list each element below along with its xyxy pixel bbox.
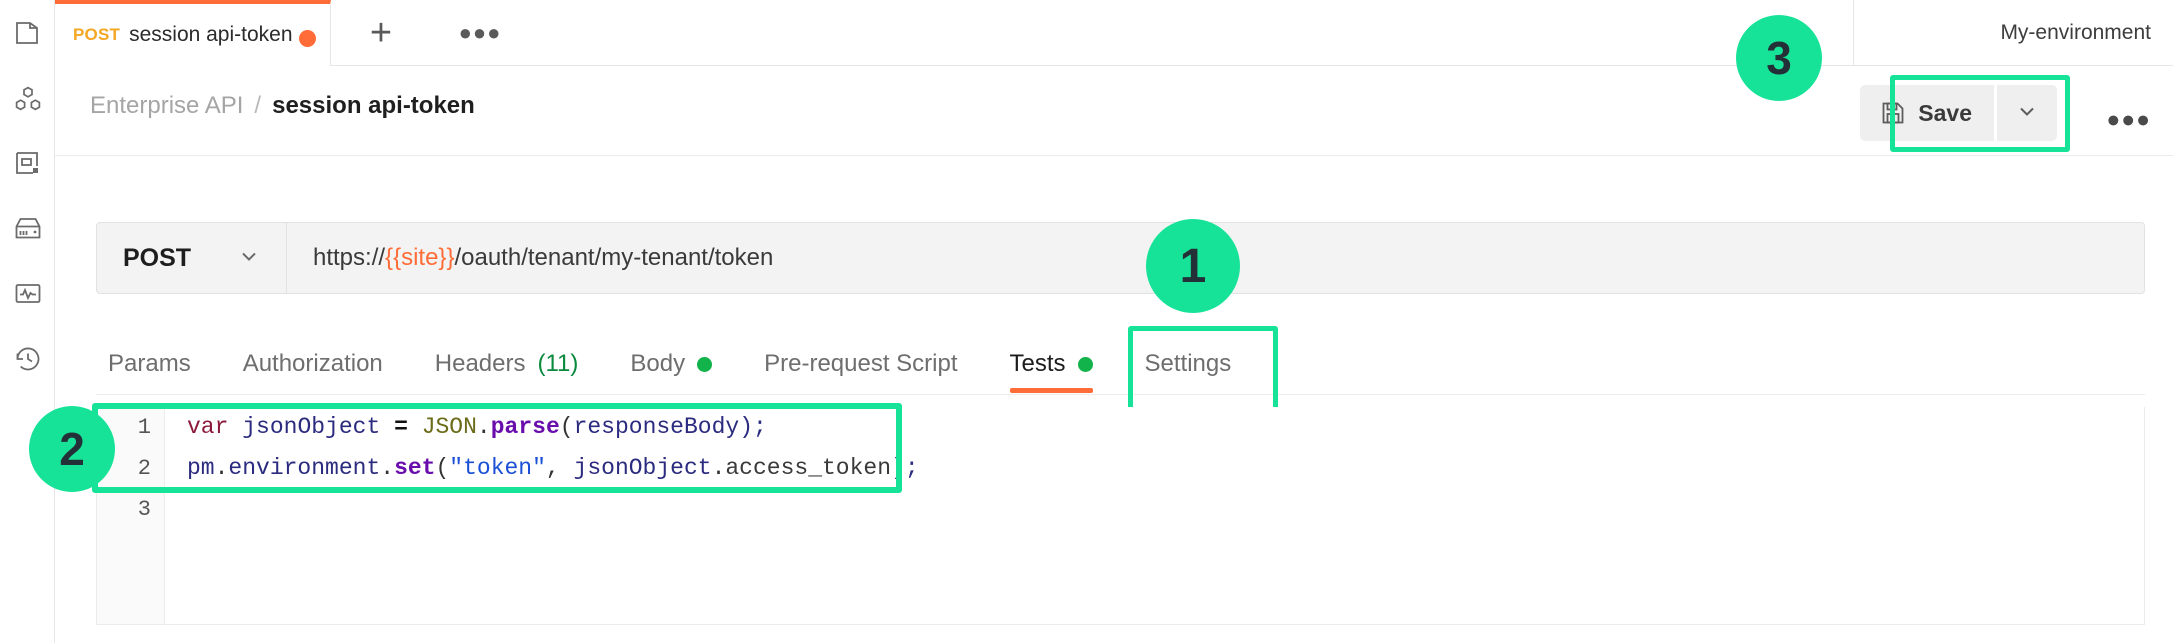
history-icon[interactable] [13,344,43,374]
tab-settings-label: Settings [1144,350,1232,377]
breadcrumb-request-name: session api-token [272,92,475,119]
tab-params[interactable]: Params [96,333,217,395]
request-section-tabs: Params Authorization Headers (11) Body P… [96,333,2145,395]
annotation-badge-3: 3 [1736,15,1822,101]
tab-headers-label: Headers [434,350,526,377]
collections-icon[interactable] [13,18,43,48]
tab-authorization[interactable]: Authorization [217,333,409,395]
new-tab-button[interactable]: + [332,0,430,65]
url-suffix-text: /oauth/tenant/my-tenant/token [454,244,774,271]
tab-pre-request-script[interactable]: Pre-request Script [738,333,983,395]
breadcrumb-collection[interactable]: Enterprise API [90,92,243,120]
tab-settings[interactable]: Settings [1119,333,1258,395]
headers-count-badge: (11) [537,350,579,377]
editor-code-area[interactable]: var jsonObject = JSON.parse(responseBody… [165,407,2144,624]
left-icon-rail [0,0,55,643]
tab-body[interactable]: Body [604,333,738,395]
tests-has-content-dot [1077,356,1093,372]
environments-icon[interactable] [13,149,43,179]
annotation-badge-2: 2 [29,406,115,492]
chevron-down-icon [2014,98,2040,129]
annotation-badge-1: 1 [1146,219,1240,313]
tests-script-editor[interactable]: 1 2 3 var jsonObject = JSON.parse(respon… [96,407,2145,625]
tab-tests[interactable]: Tests [984,333,1119,395]
request-more-actions-button[interactable]: ●●● [2106,106,2151,133]
unsaved-changes-dot [299,30,316,47]
breadcrumb: Enterprise API / session api-token [90,92,475,120]
url-prefix-text: https:// [313,244,386,271]
tab-strip: POST session api-token + ●●● My-environm… [55,0,2173,66]
chevron-down-icon [236,243,262,274]
code-line: pm.environment.set("token", jsonObject.a… [187,455,919,481]
tab-pre-request-script-label: Pre-request Script [764,350,958,377]
save-options-caret-button[interactable] [1997,85,2057,141]
tab-title-label: session api-token [129,23,293,46]
request-tab-session-api-token[interactable]: POST session api-token [55,0,331,66]
tab-options-button[interactable]: ●●● [440,0,520,65]
breadcrumb-separator: / [254,92,262,119]
tab-params-label: Params [108,350,191,377]
plus-icon: + [369,11,393,54]
ellipsis-icon: ●●● [458,19,502,45]
tab-tests-label: Tests [1009,350,1066,377]
active-tab-underline [1009,388,1093,393]
tab-body-label: Body [630,350,686,377]
floppy-disk-icon [1880,100,1906,126]
environment-selector[interactable]: My-environment [1853,0,2173,65]
save-button[interactable]: Save [1860,85,1994,141]
mock-servers-icon[interactable] [13,214,43,244]
line-number: 3 [137,497,151,522]
monitors-icon[interactable] [13,279,43,309]
save-button-group: Save [1860,85,2057,141]
http-method-label: POST [123,243,192,272]
url-bar: POST https://{{site}}/oauth/tenant/my-te… [96,222,2145,294]
code-line: var jsonObject = JSON.parse(responseBody… [187,414,767,440]
http-method-select[interactable]: POST [97,223,287,293]
tab-headers[interactable]: Headers (11) [409,333,605,395]
tab-method-label: POST [73,25,121,44]
apis-icon[interactable] [13,84,43,114]
save-button-label: Save [1918,99,1972,126]
environment-name-label: My-environment [2000,20,2151,44]
tab-authorization-label: Authorization [242,350,383,377]
ellipsis-icon: ●●● [2106,106,2151,132]
url-variable-token: {{site}} [385,244,455,271]
body-has-content-dot [697,356,713,372]
postman-request-builder: POST session api-token + ●●● My-environm… [0,0,2173,643]
request-header-row: Enterprise API / session api-token Save [55,66,2173,156]
